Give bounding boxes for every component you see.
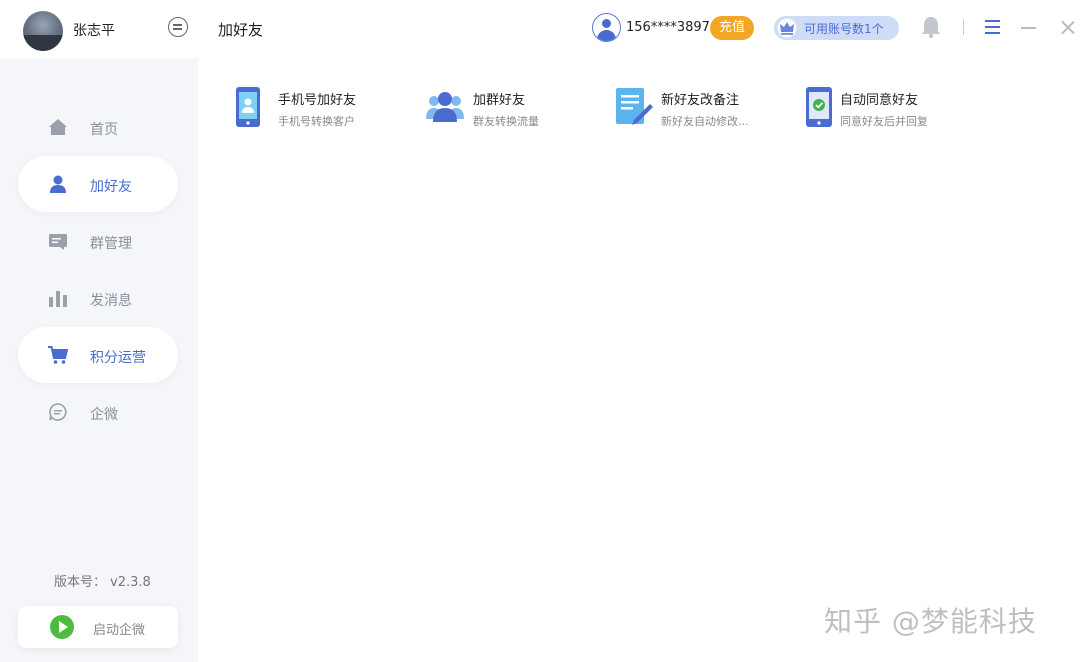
avatar[interactable]: [23, 11, 63, 51]
feature-desc: 新好友自动修改...: [661, 115, 749, 128]
sidebar-item-label: 发消息: [90, 293, 132, 309]
sidebar-item-label: 首页: [90, 122, 118, 138]
start-wecom-label: 启动企微: [93, 623, 146, 638]
feature-desc: 手机号转换客户: [278, 115, 355, 128]
sidebar-item-wecom[interactable]: 企微: [18, 384, 178, 440]
play-icon: [50, 615, 74, 639]
bar-chart-icon: [49, 291, 67, 307]
phone-check-icon: [806, 87, 832, 127]
feature-group-add-friend[interactable]: 加群好友 群友转换流量: [425, 86, 575, 130]
header-divider: [963, 19, 964, 35]
start-wecom-button[interactable]: 启动企微: [18, 606, 178, 648]
sidebar-item-home[interactable]: 首页: [18, 99, 178, 155]
crown-icon: [777, 18, 797, 38]
cart-icon: [48, 346, 68, 364]
feature-title: 手机号加好友: [278, 93, 357, 108]
menu-icon[interactable]: [985, 20, 1000, 34]
feature-phone-add-friend[interactable]: 手机号加好友 手机号转换客户: [233, 86, 393, 130]
version-value: v2.3.8: [110, 575, 151, 590]
collapse-sidebar-icon[interactable]: [168, 17, 188, 37]
page-title: 加好友: [218, 21, 264, 39]
version-label: 版本号：: [54, 575, 107, 590]
watermark: 知乎 @梦能科技: [824, 605, 1037, 638]
sidebar-item-label: 群管理: [90, 236, 132, 252]
feature-desc: 群友转换流量: [473, 115, 539, 128]
phone-number: 156****3897: [626, 20, 710, 35]
sidebar: 张志平 首页 加好友 群管理 发消息 积分运营 企微 版本号： v2.3.8 启…: [0, 0, 198, 662]
phone-contact-icon: [236, 87, 260, 127]
home-icon: [49, 119, 67, 135]
group-chat-icon: [49, 234, 67, 250]
bell-icon[interactable]: [920, 15, 942, 39]
sidebar-item-group-manage[interactable]: 群管理: [18, 213, 178, 269]
sidebar-item-label: 加好友: [90, 179, 132, 195]
feature-title: 自动同意好友: [840, 93, 919, 108]
feature-title: 加群好友: [473, 93, 526, 108]
recharge-button[interactable]: 充值: [710, 16, 754, 40]
group-users-icon: [426, 92, 464, 122]
available-accounts-label: 可用账号数1个: [804, 22, 884, 36]
sidebar-item-points[interactable]: 积分运营: [18, 327, 178, 383]
sidebar-item-label: 企微: [90, 407, 118, 423]
feature-title: 新好友改备注: [661, 93, 740, 108]
feature-auto-accept-friend[interactable]: 自动同意好友 同意好友后并回复: [804, 86, 964, 130]
username: 张志平: [73, 23, 115, 39]
account-avatar-icon[interactable]: [592, 13, 621, 42]
sidebar-item-send-message[interactable]: 发消息: [18, 270, 178, 326]
user-icon: [50, 175, 66, 193]
edit-note-icon: [616, 88, 653, 125]
close-icon[interactable]: [1059, 18, 1077, 36]
feature-desc: 同意好友后并回复: [840, 115, 928, 128]
sidebar-item-label: 积分运营: [90, 350, 146, 366]
sidebar-item-add-friend[interactable]: 加好友: [18, 156, 178, 212]
feature-rename-new-friend[interactable]: 新好友改备注 新好友自动修改...: [614, 86, 774, 130]
sidebar-header: 张志平: [0, 0, 198, 58]
chat-bubble-icon: [49, 403, 67, 421]
minimize-icon[interactable]: [1021, 27, 1036, 29]
available-accounts-badge[interactable]: 可用账号数1个: [774, 16, 899, 40]
version-info: 版本号： v2.3.8: [54, 571, 151, 590]
